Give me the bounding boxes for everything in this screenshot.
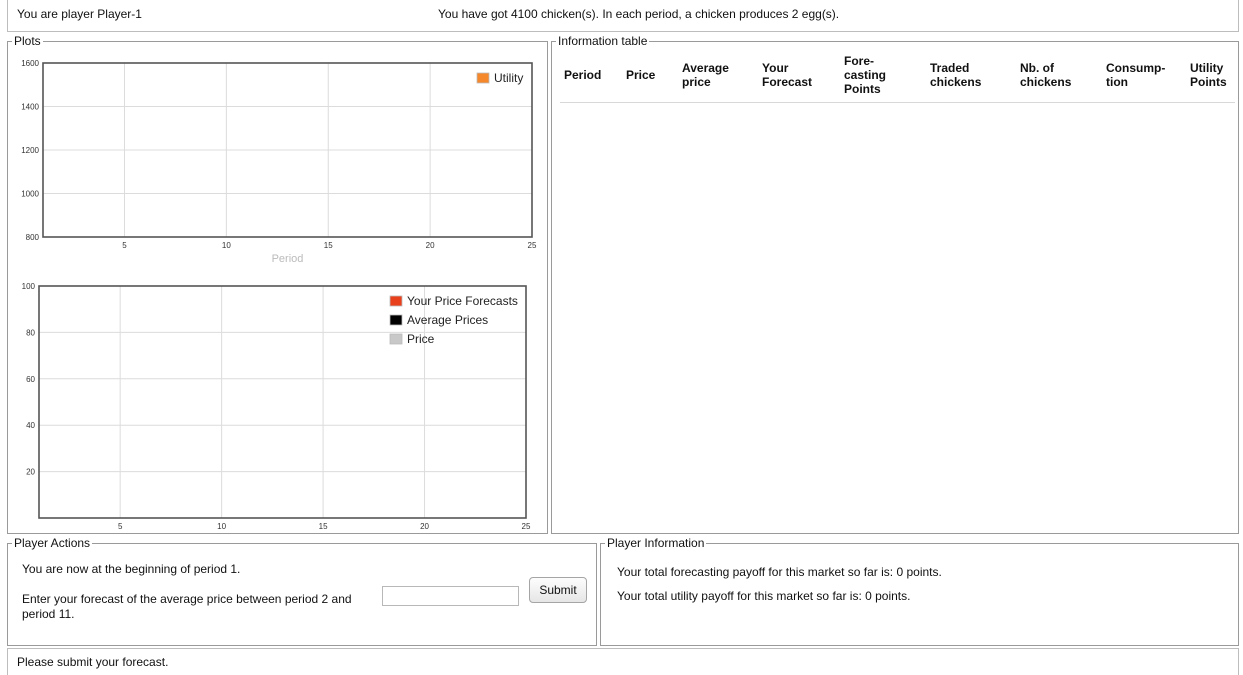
information-table-header-line: Traded: [930, 61, 970, 75]
player-actions-content: You are now at the beginning of period 1…: [8, 536, 596, 646]
information-table-header-line: Forecast: [762, 75, 813, 89]
utility-payoff-text: Your total utility payoff for this marke…: [617, 589, 911, 603]
information-table-header-8: Utility Points: [1186, 47, 1235, 103]
y-tick-label: 80: [26, 328, 35, 337]
information-table-header-line: Points: [844, 82, 881, 96]
information-table-header-line: casting: [844, 68, 887, 82]
y-tick-label: 100: [22, 282, 36, 291]
status-bar: Please submit your forecast.: [7, 648, 1239, 675]
y-tick-label: 1600: [21, 59, 39, 68]
information-table-header-4: Fore-casting Points: [840, 47, 926, 103]
information-table-header-6: Nb. of chickens: [1016, 47, 1102, 103]
x-tick-label: 10: [222, 241, 231, 250]
information-table-header-line: Consump-: [1106, 61, 1166, 75]
information-table-wrapper: Period Price Average price Your Forecast Fore-…: [552, 34, 1238, 144]
submit-button[interactable]: Submit: [529, 577, 587, 603]
price-chart-svg: 100 80 60 40 20 5 10 15 20 25 Your Price Forecasts…: [22, 282, 531, 531]
legend-label: Utility: [494, 71, 523, 85]
header-bar: You are player Player-1 You have got 410…: [7, 0, 1239, 32]
legend-label: Price: [407, 332, 435, 346]
x-tick-label: 25: [528, 241, 537, 250]
legend-label: Average Prices: [407, 313, 488, 327]
information-table-header-line: chickens: [930, 75, 982, 89]
utility-chart: 1600 1400 1200 1000 800 5 10 15 20 25 Period Utilit…: [8, 54, 546, 274]
x-tick-label: 15: [324, 241, 333, 250]
information-table-header-line: Your: [762, 61, 789, 75]
utility-chart-svg: 1600 1400 1200 1000 800 5 10 15 20 25 Period Utilit…: [21, 59, 537, 265]
y-tick-label: 1200: [21, 146, 39, 155]
forecasting-payoff-text: Your total forecasting payoff for this m…: [617, 565, 942, 579]
information-table-header-line: Fore-: [844, 54, 874, 68]
y-tick-label: 60: [26, 375, 35, 384]
information-table-header-row: Period Price Average price Your Forecast Fore-…: [560, 47, 1235, 103]
information-table-header-line: price: [682, 75, 711, 89]
legend-swatch: [389, 295, 403, 307]
legend-swatch: [389, 314, 403, 326]
legend-swatch: [389, 333, 403, 345]
x-axis-label: Period: [272, 253, 304, 265]
x-tick-label: 20: [420, 522, 429, 531]
information-table-header-5: Traded chickens: [926, 47, 1016, 103]
legend-label: Your Price Forecasts: [407, 294, 518, 308]
information-table-header-line: Utility: [1190, 61, 1224, 75]
legend-swatch: [476, 72, 490, 84]
x-tick-label: 20: [426, 241, 435, 250]
forecast-input[interactable]: [382, 586, 519, 606]
y-tick-label: 800: [26, 233, 40, 242]
information-table-header-7: Consump-tion: [1102, 47, 1186, 103]
holdings-text: You have got 4100 chicken(s). In each pe…: [438, 7, 840, 21]
player-name-text: You are player Player-1: [17, 7, 142, 21]
x-tick-label: 15: [319, 522, 328, 531]
player-information-content: Your total forecasting payoff for this m…: [601, 536, 1238, 646]
information-table-header-line: chickens: [1020, 75, 1072, 89]
information-table-header-line: Price: [626, 68, 656, 82]
information-table-header-line: Period: [564, 68, 602, 82]
y-tick-label: 40: [26, 421, 35, 430]
y-tick-label: 1000: [21, 190, 39, 199]
y-tick-label: 1400: [21, 103, 39, 112]
status-message: Please submit your forecast.: [17, 655, 169, 669]
x-tick-label: 5: [118, 522, 123, 531]
information-table-header-line: Average: [682, 61, 729, 75]
information-table-header-3: Your Forecast: [758, 47, 840, 103]
x-tick-label: 25: [522, 522, 531, 531]
information-table: Period Price Average price Your Forecast Fore-…: [560, 47, 1235, 103]
y-tick-label: 20: [26, 468, 35, 477]
information-table-header-2: Average price: [678, 47, 758, 103]
information-table-header-1: Price: [622, 47, 678, 103]
information-table-header-line: Nb. of: [1020, 61, 1054, 75]
x-tick-label: 5: [122, 241, 127, 250]
plots-legend: Plots: [14, 34, 41, 48]
information-table-divider: [560, 102, 1235, 103]
x-tick-label: 10: [217, 522, 226, 531]
price-chart: 100 80 60 40 20 5 10 15 20 25 Your Price Forecasts…: [8, 278, 546, 532]
information-table-header-line: Points: [1190, 75, 1227, 89]
forecast-prompt: Enter your forecast of the average price…: [22, 592, 352, 621]
information-table-header-0: Period: [560, 47, 622, 103]
current-period-text: You are now at the beginning of period 1…: [22, 562, 241, 576]
information-table-header-line: tion: [1106, 75, 1128, 89]
